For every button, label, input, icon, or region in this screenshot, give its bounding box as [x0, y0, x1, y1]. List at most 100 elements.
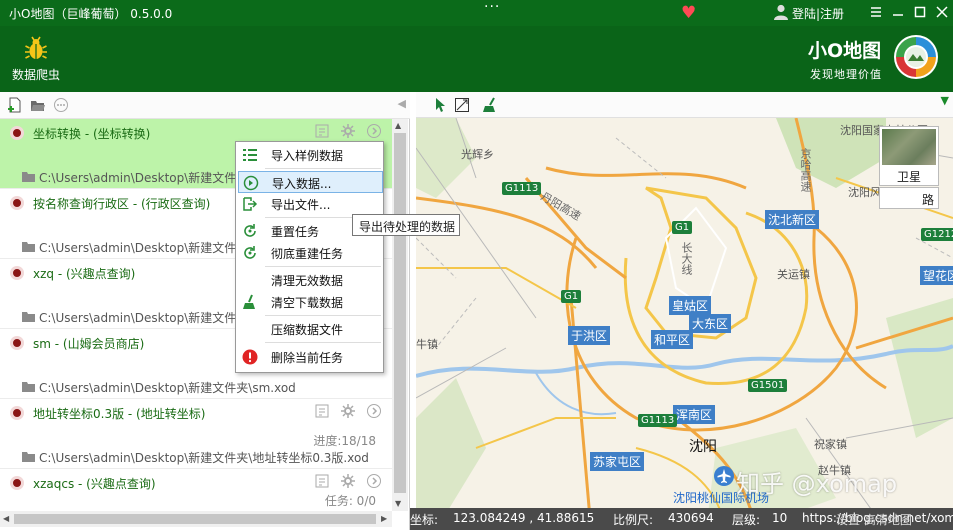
scrollbar-thumb[interactable] — [394, 133, 406, 493]
menu-item-label: 清空下载数据 — [271, 296, 344, 310]
menu-item-compress[interactable]: 压缩数据文件 — [238, 318, 383, 340]
task-report-icon[interactable] — [314, 123, 330, 139]
scroll-down-icon[interactable]: ▼ — [395, 499, 401, 508]
map-view: ▼ 光辉乡 G1113 丹阳高速 G1 长大线 京哈高速 沈阳风景 沈北新区 G… — [416, 92, 953, 530]
task-settings-icon[interactable] — [340, 473, 356, 489]
map-label-highway: G1501 — [748, 379, 788, 392]
menu-item-label: 删除当前任务 — [271, 351, 344, 365]
map-label-town: 祝家镇 — [814, 438, 847, 451]
brand-slogan: 发现地理价值 — [810, 68, 882, 81]
task-settings-icon[interactable] — [340, 123, 356, 139]
task-status-icon — [10, 406, 24, 420]
map-label-road: 京哈高速 — [799, 148, 812, 192]
data-crawler-label: 数据爬虫 — [11, 68, 60, 82]
close-icon[interactable] — [933, 3, 951, 21]
map-dropdown-icon[interactable]: ▼ — [941, 94, 949, 107]
task-status-icon — [10, 336, 24, 350]
brand-name: 小O地图 — [808, 40, 882, 62]
task-item-geocode[interactable]: 地址转坐标0.3版 - (地址转坐标) 进度:18/18 C:\Users\ad… — [0, 399, 392, 469]
map-label-district: 苏家屯区 — [590, 452, 645, 471]
login-register-link[interactable]: 登陆|注册 — [792, 5, 844, 22]
map-canvas[interactable]: 光辉乡 G1113 丹阳高速 G1 长大线 京哈高速 沈阳国家森林公园 沈阳风景… — [416, 118, 953, 530]
task-report-icon[interactable] — [314, 473, 330, 489]
clear-map-icon[interactable] — [482, 97, 498, 113]
task-progress: 进度:18/18 — [313, 434, 376, 448]
menu-item-rebuild-task[interactable]: 彻底重建任务 — [238, 242, 383, 264]
task-name: xzq - (兴趣点查询) — [33, 267, 136, 281]
maximize-icon[interactable] — [911, 3, 929, 21]
menu-icon[interactable] — [867, 3, 885, 21]
task-list-vertical-scrollbar[interactable]: ▲ ▼ — [392, 119, 408, 511]
export-tooltip: 导出待处理的数据 — [352, 214, 460, 236]
map-label-district: 和平区 — [651, 330, 694, 349]
main-toolbar: 数据爬虫 小O地图 发现地理价值 — [0, 26, 953, 92]
user-icon[interactable] — [774, 4, 788, 20]
menu-item-label: 导入数据... — [272, 177, 332, 191]
scale-label: 比例尺: — [613, 513, 654, 527]
menu-item-clean-invalid[interactable]: 清理无效数据 — [238, 269, 383, 291]
open-folder-icon[interactable] — [30, 97, 46, 113]
data-crawler-button[interactable]: 数据爬虫 — [8, 34, 64, 86]
scroll-left-icon[interactable]: ◀ — [3, 514, 9, 523]
menu-item-clear-downloads[interactable]: 清空下载数据 — [238, 291, 383, 313]
more-options-icon[interactable] — [53, 97, 69, 113]
new-task-icon[interactable] — [7, 97, 23, 113]
brand-logo-icon — [894, 35, 938, 79]
map-label-town: 光辉乡 — [461, 148, 494, 161]
menu-item-label: 清理无效数据 — [271, 274, 344, 288]
broom-icon — [243, 294, 255, 309]
folder-icon — [22, 172, 35, 182]
title-bar: 小O地图（巨峰葡萄） 0.5.0.0 ··· ♥ 登陆|注册 — [0, 0, 953, 26]
task-run-icon[interactable] — [366, 123, 382, 139]
map-toolbar: ▼ — [416, 92, 953, 118]
satellite-toggle[interactable]: 卫星 — [879, 126, 939, 186]
import-icon — [243, 175, 259, 191]
menu-item-delete-task[interactable]: 删除当前任务 — [238, 346, 383, 368]
map-label-road: 长大线 — [680, 242, 693, 275]
scroll-right-icon[interactable]: ▶ — [381, 514, 387, 523]
more-dots-icon[interactable]: ··· — [484, 0, 500, 15]
scrollbar-thumb[interactable] — [14, 514, 376, 524]
task-path: C:\Users\admin\Desktop\新建文件夹\sm.xod — [39, 381, 296, 395]
heart-icon[interactable]: ♥ — [681, 3, 696, 23]
task-list-horizontal-scrollbar[interactable]: ◀ ▶ — [0, 511, 392, 527]
level-label: 层级: — [732, 513, 761, 527]
pointer-tool-icon[interactable] — [432, 97, 448, 113]
task-name: xzaqcs - (兴趣点查询) — [33, 477, 156, 491]
map-label-city: 沈阳 — [689, 439, 717, 455]
map-label-highway: G1 — [672, 221, 693, 234]
task-name: 坐标转换 - (坐标转换) — [33, 127, 151, 141]
menu-item-import-data[interactable]: 导入数据... — [238, 171, 383, 193]
reset-icon — [244, 224, 256, 237]
task-status-icon — [10, 126, 24, 140]
window-title: 小O地图（巨峰葡萄） 0.5.0.0 — [9, 7, 173, 21]
collapse-panel-icon[interactable]: ◀ — [398, 97, 406, 110]
task-item-xzaqcs[interactable]: xzaqcs - (兴趣点查询) 任务: 0/0 — [0, 469, 392, 511]
coords-value: 123.084249 , 41.88615 — [453, 511, 595, 525]
list-icon — [243, 149, 257, 161]
minimize-icon[interactable] — [889, 3, 907, 21]
map-label-highway: G1113 — [502, 182, 542, 195]
task-run-icon[interactable] — [366, 403, 382, 419]
task-settings-icon[interactable] — [340, 403, 356, 419]
map-label-district: 浑南区 — [673, 405, 716, 424]
satellite-label: 卫星 — [896, 170, 921, 184]
map-label-district: 沈北新区 — [765, 210, 820, 229]
map-label-district: 于洪区 — [568, 326, 611, 345]
scroll-up-icon[interactable]: ▲ — [395, 121, 401, 130]
hd-map-setting[interactable]: 设置 高清地图 — [836, 511, 912, 528]
task-status-icon — [10, 196, 24, 210]
menu-item-export-file[interactable]: 导出文件... — [238, 193, 383, 215]
task-run-icon[interactable] — [366, 473, 382, 489]
menu-item-import-sample[interactable]: 导入样例数据 — [238, 144, 383, 166]
task-name: 按名称查询行政区 - (行政区查询) — [33, 197, 211, 211]
menu-separator — [265, 342, 381, 343]
task-context-menu: 导入样例数据 导入数据... 导出文件... 重置任务 彻底重建任务 清理无效数… — [235, 141, 384, 373]
road-toggle[interactable]: 路 — [879, 187, 939, 209]
menu-separator — [265, 315, 381, 316]
watermark-text: 知乎 @xomap — [736, 470, 898, 498]
zoom-extent-icon[interactable] — [454, 97, 470, 113]
task-report-icon[interactable] — [314, 403, 330, 419]
export-icon — [243, 197, 258, 211]
folder-icon — [22, 382, 35, 392]
